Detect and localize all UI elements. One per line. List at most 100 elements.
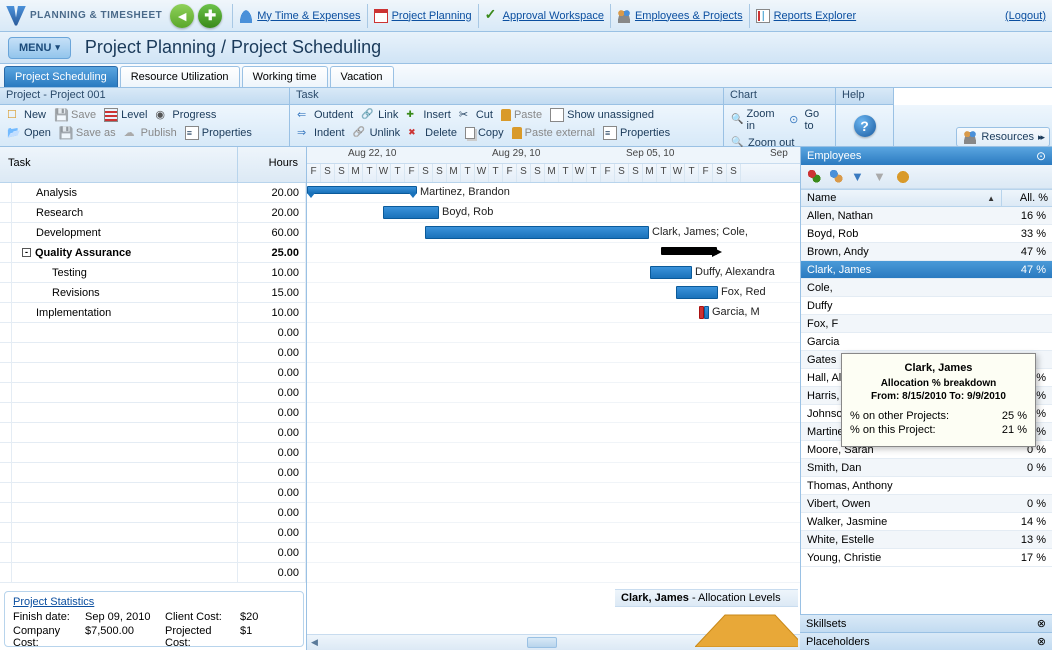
tb-paste[interactable]: Paste — [498, 107, 545, 123]
tb-indent[interactable]: Indent — [294, 125, 348, 141]
employee-row[interactable]: Brown, Andy47 % — [801, 243, 1052, 261]
tb-link[interactable]: Link — [358, 107, 401, 123]
task-row[interactable]: Research20.00 — [0, 203, 306, 223]
emp-col-name[interactable]: Name — [801, 190, 1002, 206]
tb-insert[interactable]: Insert — [403, 107, 454, 123]
tb-cut[interactable]: Cut — [456, 107, 496, 123]
employee-row[interactable]: Duffy — [801, 297, 1052, 315]
emp-col-allocation[interactable]: All. % — [1002, 190, 1052, 206]
tb-new[interactable]: New — [4, 107, 49, 123]
employee-row[interactable]: White, Estelle13 % — [801, 531, 1052, 549]
tb-save[interactable]: Save — [51, 107, 99, 123]
tb-open[interactable]: Open — [4, 125, 54, 141]
gantt-bar[interactable]: Fox, Red — [676, 286, 718, 299]
resources-toggle-button[interactable]: Resources — [956, 127, 1050, 147]
tb-level[interactable]: Level — [101, 107, 150, 123]
add-employee-icon[interactable] — [807, 169, 823, 185]
tb-publish[interactable]: Publish — [121, 125, 180, 141]
task-row[interactable]: 0.00 — [0, 383, 306, 403]
nav-approval-workspace[interactable]: Approval Workspace — [481, 7, 608, 25]
clear-filter-icon[interactable] — [873, 169, 889, 185]
day-header: S — [433, 164, 447, 182]
skillsets-header[interactable]: Skillsets⊗ — [800, 614, 1052, 632]
gantt-bar[interactable]: Garcia, M — [704, 306, 709, 319]
placeholders-header[interactable]: Placeholders⊗ — [800, 632, 1052, 650]
employee-row[interactable]: Allen, Nathan16 % — [801, 207, 1052, 225]
tb-saveas[interactable]: Save as — [56, 125, 119, 141]
help-button[interactable]: ? — [854, 115, 876, 137]
employee-name: Young, Christie — [801, 552, 1002, 564]
employee-row[interactable]: Vibert, Owen0 % — [801, 495, 1052, 513]
gantt-bar[interactable]: Clark, James; Cole, — [425, 226, 649, 239]
gantt-bar[interactable]: Martinez, Brandon — [307, 186, 417, 194]
tab-vacation[interactable]: Vacation — [330, 66, 394, 87]
nav-project-planning[interactable]: Project Planning — [370, 7, 476, 25]
tb-outdent[interactable]: Outdent — [294, 107, 356, 123]
collapse-toggle[interactable]: - — [22, 248, 31, 257]
task-row[interactable]: 0.00 — [0, 343, 306, 363]
nav-employees-projects[interactable]: Employees & Projects — [613, 7, 747, 25]
tb-unlink[interactable]: Unlink — [350, 125, 404, 141]
task-row[interactable]: -Quality Assurance25.00 — [0, 243, 306, 263]
employee-row[interactable]: Clark, James47 % — [801, 261, 1052, 279]
nav-forward-button[interactable]: ✚ — [198, 4, 222, 28]
task-row[interactable]: 0.00 — [0, 423, 306, 443]
menu-button[interactable]: MENU — [8, 37, 71, 59]
employee-row[interactable]: Boyd, Rob33 % — [801, 225, 1052, 243]
task-row[interactable]: Analysis20.00 — [0, 183, 306, 203]
nav-my-time[interactable]: My Time & Expenses — [235, 7, 364, 25]
nav-back-button[interactable]: ◄ — [170, 4, 194, 28]
cost-icon[interactable] — [895, 169, 911, 185]
project-stats-link[interactable]: Project Statistics — [13, 596, 94, 608]
employee-row[interactable]: Thomas, Anthony — [801, 477, 1052, 495]
page-title: Project Planning / Project Scheduling — [85, 37, 381, 58]
task-row[interactable]: Development60.00 — [0, 223, 306, 243]
tab-resource-utilization[interactable]: Resource Utilization — [120, 66, 240, 87]
task-row[interactable]: 0.00 — [0, 403, 306, 423]
task-row[interactable]: 0.00 — [0, 503, 306, 523]
employees-header[interactable]: Employees⊙ — [801, 147, 1052, 165]
task-row[interactable]: 0.00 — [0, 463, 306, 483]
tb-copy[interactable]: Copy — [462, 125, 507, 141]
task-row[interactable]: 0.00 — [0, 543, 306, 563]
employee-row[interactable]: Smith, Dan0 % — [801, 459, 1052, 477]
tb-properties[interactable]: Properties — [182, 125, 255, 141]
tb-goto[interactable]: Go to — [786, 107, 831, 133]
task-row[interactable]: 0.00 — [0, 563, 306, 583]
task-row[interactable]: 0.00 — [0, 483, 306, 503]
hscroll-thumb[interactable] — [527, 637, 557, 648]
gantt-bar[interactable] — [661, 247, 717, 255]
employee-row[interactable]: Garcia — [801, 333, 1052, 351]
tb-task-properties[interactable]: Properties — [600, 125, 673, 141]
task-row[interactable]: 0.00 — [0, 523, 306, 543]
task-row[interactable]: 0.00 — [0, 363, 306, 383]
col-hours[interactable]: Hours — [238, 147, 306, 182]
task-row[interactable]: 0.00 — [0, 443, 306, 463]
col-task[interactable]: Task — [0, 147, 238, 182]
nav-reports-explorer[interactable]: Reports Explorer — [752, 7, 861, 25]
tb-progress[interactable]: Progress — [152, 107, 219, 123]
employee-row[interactable]: Walker, Jasmine14 % — [801, 513, 1052, 531]
tb-paste-external[interactable]: Paste external — [509, 125, 598, 141]
tb-show-unassigned[interactable]: Show unassigned — [547, 107, 657, 123]
employee-row[interactable]: Cole, — [801, 279, 1052, 297]
tab-working-time[interactable]: Working time — [242, 66, 328, 87]
collapse-icon[interactable]: ⊙ — [1036, 149, 1046, 163]
task-row[interactable]: 0.00 — [0, 323, 306, 343]
logout-link[interactable]: (Logout) — [1005, 10, 1046, 22]
top-nav: PLANNING & TIMESHEET ◄ ✚ My Time & Expen… — [0, 0, 1052, 32]
task-row[interactable]: Implementation10.00 — [0, 303, 306, 323]
gantt-bar[interactable] — [699, 306, 704, 319]
employee-row[interactable]: Young, Christie17 % — [801, 549, 1052, 567]
task-row[interactable]: Revisions15.00 — [0, 283, 306, 303]
day-header: T — [391, 164, 405, 182]
add-team-icon[interactable] — [829, 169, 845, 185]
tb-delete[interactable]: Delete — [405, 125, 460, 141]
gantt-bar[interactable]: Duffy, Alexandra — [650, 266, 692, 279]
employee-row[interactable]: Fox, F — [801, 315, 1052, 333]
task-row[interactable]: Testing10.00 — [0, 263, 306, 283]
gantt-bar[interactable]: Boyd, Rob — [383, 206, 439, 219]
tab-project-scheduling[interactable]: Project Scheduling — [4, 66, 118, 87]
filter-icon[interactable] — [851, 169, 867, 185]
tb-zoom-in[interactable]: Zoom in — [728, 107, 784, 133]
